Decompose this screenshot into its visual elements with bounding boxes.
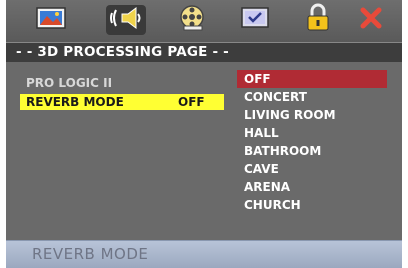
audio-speaker-icon [108,4,144,36]
close-icon [358,5,384,35]
option-label: CHURCH [244,198,301,212]
tab-video[interactable] [174,5,210,35]
option-concert[interactable]: CONCERT [237,88,387,106]
tab-exit[interactable] [353,5,389,35]
option-label: CONCERT [244,90,307,104]
tab-password[interactable] [300,3,336,37]
option-label: BATHROOM [244,144,322,158]
lock-icon [304,3,332,37]
screen-check-icon [239,5,271,35]
tab-audio[interactable] [106,5,146,35]
osd-screen: - - 3D PROCESSING PAGE - - PRO LOGIC II … [0,0,408,268]
tab-bar [6,0,402,42]
tab-picture[interactable] [33,5,69,35]
status-text: REVERB MODE [32,245,149,263]
option-hall[interactable]: HALL [237,124,387,142]
option-label: ARENA [244,180,291,194]
option-arena[interactable]: ARENA [237,178,387,196]
option-label: CAVE [244,162,279,176]
option-label: HALL [244,126,279,140]
film-reel-icon [176,4,208,36]
tab-preferences[interactable] [237,5,273,35]
setting-reverb-mode-label: REVERB MODE [26,95,124,109]
picture-icon [35,5,67,35]
page-title: - - 3D PROCESSING PAGE - - [16,44,229,60]
setting-reverb-mode-value: OFF [178,95,205,109]
option-bathroom[interactable]: BATHROOM [237,142,387,160]
option-off[interactable]: OFF [237,70,387,88]
option-living-room[interactable]: LIVING ROOM [237,106,387,124]
page-title-bar: - - 3D PROCESSING PAGE - - [6,42,402,63]
option-church[interactable]: CHURCH [237,196,387,214]
option-label: LIVING ROOM [244,108,336,122]
option-label: OFF [244,72,271,86]
setting-pro-logic-label[interactable]: PRO LOGIC II [26,76,112,90]
option-cave[interactable]: CAVE [237,160,387,178]
